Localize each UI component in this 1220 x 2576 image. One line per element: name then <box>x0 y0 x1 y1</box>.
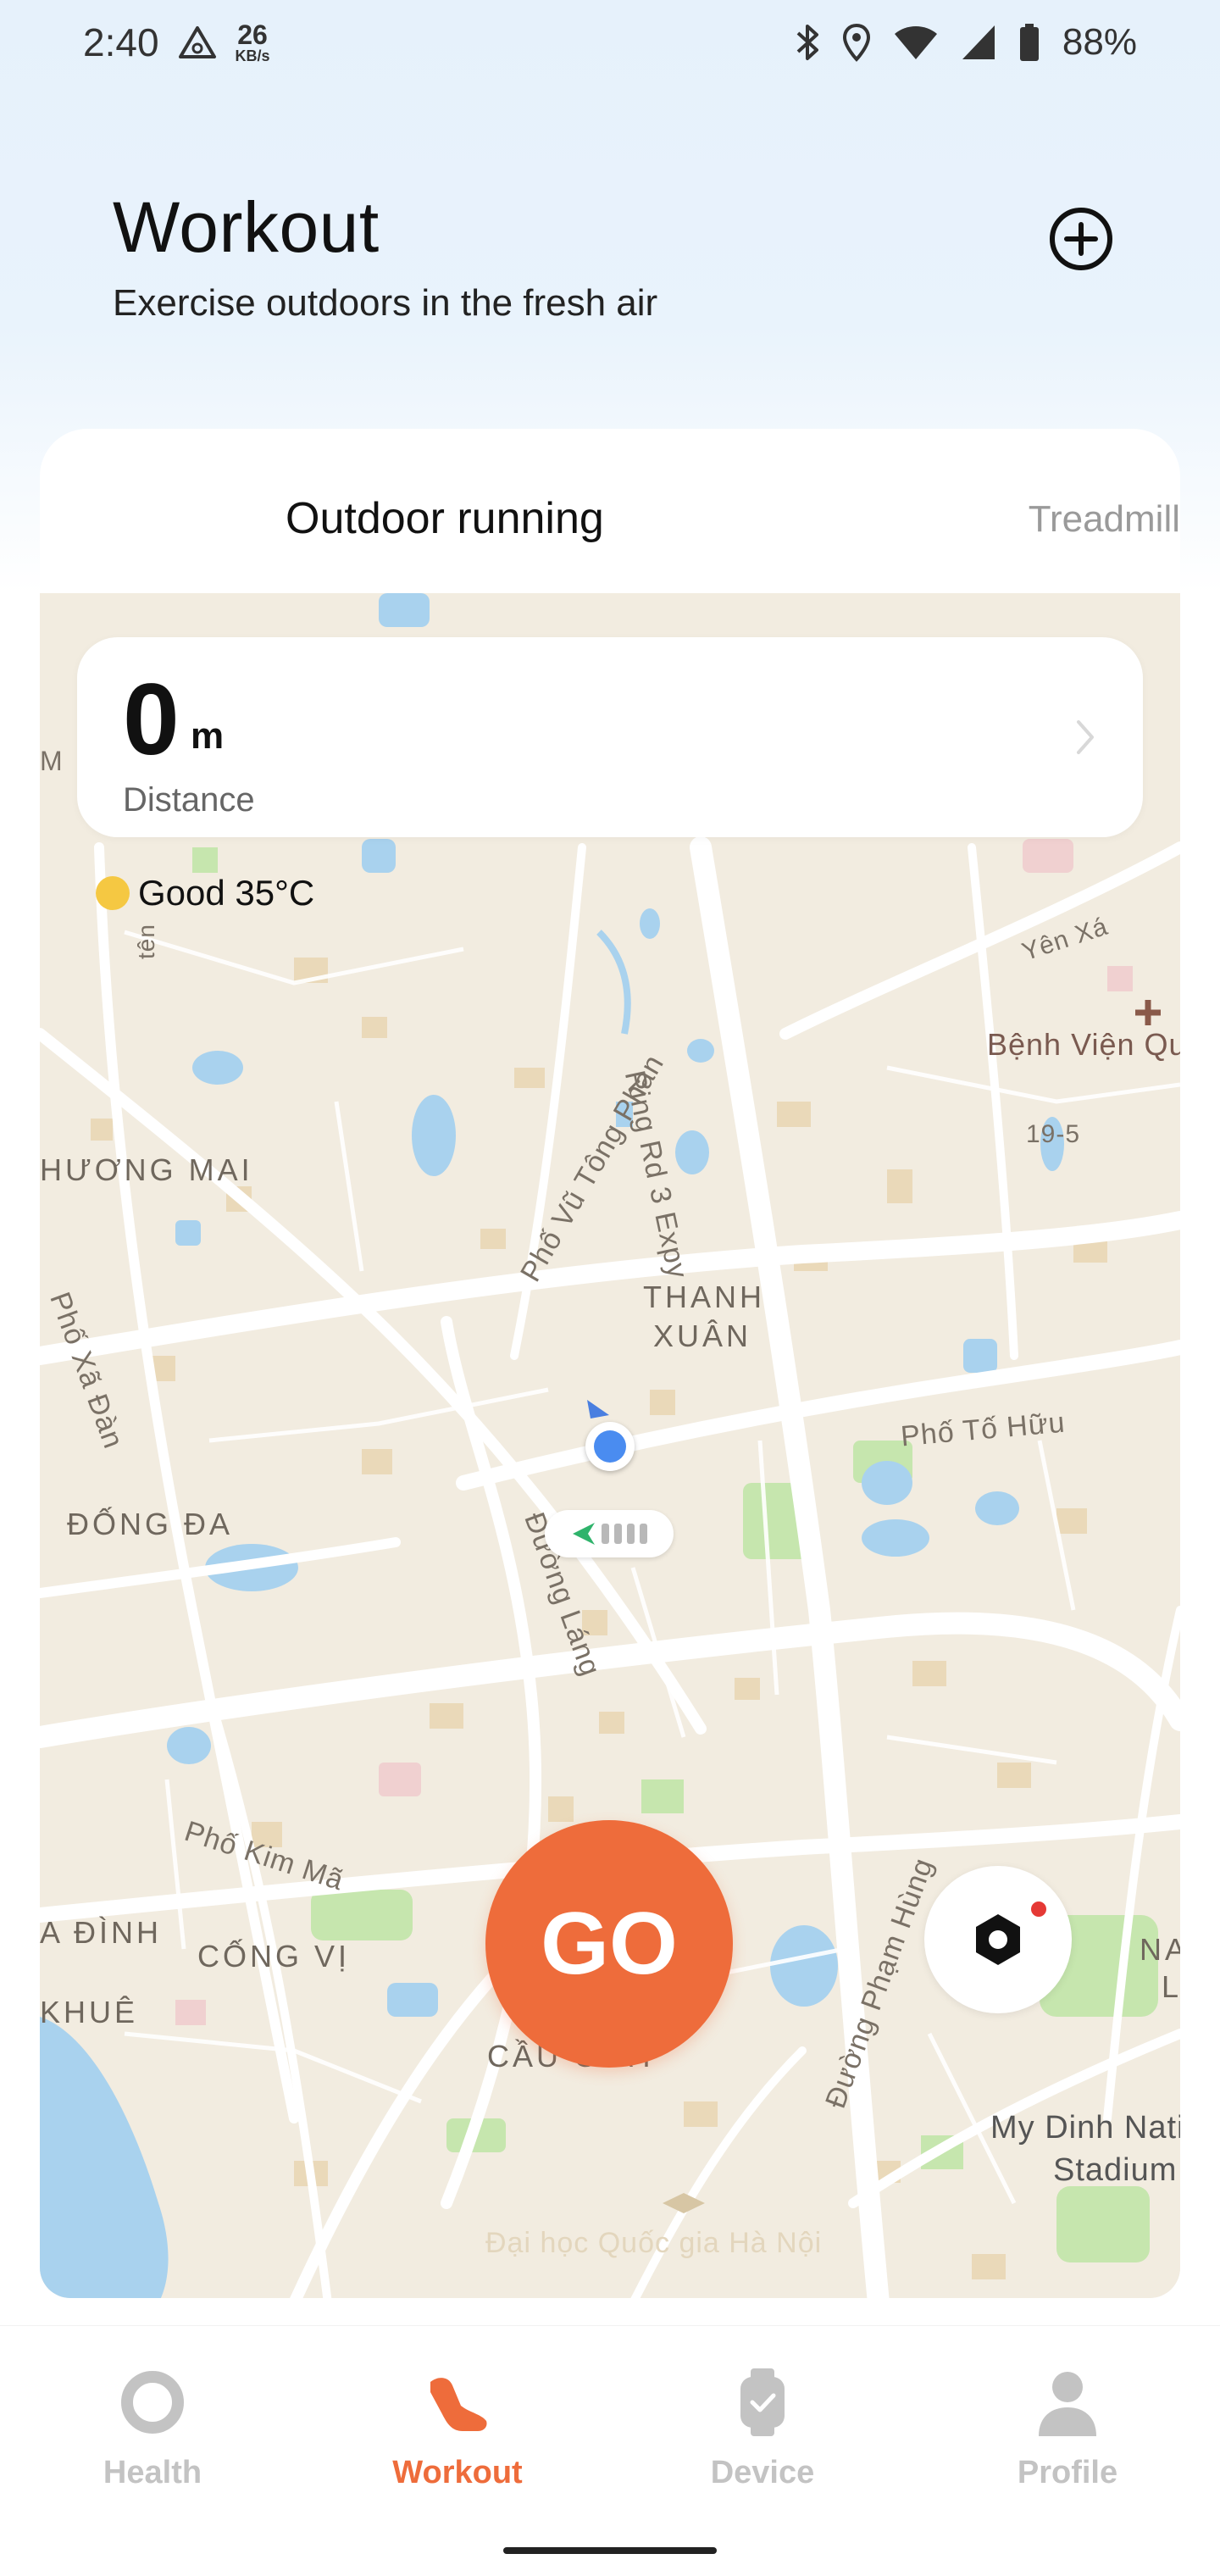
battery-percent: 88% <box>1062 21 1137 63</box>
nav-label-device: Device <box>710 2455 815 2490</box>
map-label: XUÂN <box>653 1319 752 1353</box>
status-time: 2:40 <box>83 20 159 64</box>
hexagon-settings-icon <box>976 1914 1020 1965</box>
person-icon <box>1032 2367 1103 2438</box>
ring-icon <box>117 2367 188 2438</box>
gps-arrow-icon <box>573 1523 595 1545</box>
map-label: 19-5 <box>1026 1120 1081 1148</box>
gps-signal-indicator <box>545 1510 674 1557</box>
map-label: NA <box>1140 1932 1180 1967</box>
network-speed-unit: KB/s <box>235 47 270 64</box>
location-icon <box>842 23 871 62</box>
status-bar: 2:40 26 KB/s 88% <box>0 0 1220 85</box>
map-label: CỐNG VỊ <box>197 1939 351 1974</box>
nav-item-health[interactable]: Health <box>42 2367 263 2491</box>
tab-outdoor-running[interactable]: Outdoor running <box>286 493 604 544</box>
map-label: THANH <box>643 1280 765 1314</box>
home-indicator[interactable] <box>503 2547 717 2554</box>
map-label: M <box>40 746 64 776</box>
workout-card: Outdoor running Treadmill THANH XUÂN ĐỐN… <box>40 429 1180 2298</box>
nav-item-profile[interactable]: Profile <box>957 2367 1178 2491</box>
nav-label-workout: Workout <box>392 2455 523 2490</box>
map-label: KHUÊ <box>40 1995 139 2029</box>
nav-label-health: Health <box>103 2455 202 2490</box>
shoe-icon <box>422 2367 493 2438</box>
page-title: Workout <box>113 187 380 267</box>
distance-unit: m <box>191 715 225 757</box>
gps-bar <box>627 1524 635 1544</box>
watch-icon <box>727 2367 798 2438</box>
go-button[interactable]: GO <box>485 1820 733 2068</box>
current-location-marker <box>585 1422 635 1471</box>
gps-bar <box>640 1524 647 1544</box>
distance-card[interactable]: 0 m Distance <box>77 637 1143 837</box>
gps-bar <box>602 1524 609 1544</box>
map-label: Bệnh Viện Qu <box>987 1027 1180 1062</box>
gps-bar <box>614 1524 622 1544</box>
nav-item-device[interactable]: Device <box>652 2367 873 2491</box>
map-label: tên <box>133 924 159 959</box>
map-label: ĐỐNG ĐA <box>67 1507 234 1541</box>
network-speed-value: 26 <box>237 19 268 50</box>
workout-tabs: Outdoor running Treadmill <box>40 429 1180 593</box>
nav-label-profile: Profile <box>1017 2455 1118 2490</box>
network-speed: 26 KB/s <box>236 21 270 64</box>
map-label: HƯƠNG MAI <box>40 1152 253 1187</box>
battery-icon <box>1018 23 1040 62</box>
weather-indicator: Good 35°C <box>96 873 314 913</box>
map-label: Stadium <box>1053 2152 1178 2188</box>
notification-dot <box>1028 1898 1050 1920</box>
map-label: A ĐÌNH <box>40 1915 163 1950</box>
bluetooth-icon <box>795 23 820 62</box>
workout-settings-button[interactable] <box>924 1866 1072 2013</box>
bottom-navigation: Health Workout Device Profile <box>0 2325 1220 2576</box>
wifi-icon <box>893 24 939 61</box>
distance-value: 0 <box>123 663 180 776</box>
map-label: L <box>1162 1969 1180 2004</box>
tab-treadmill[interactable]: Treadmill <box>1029 498 1180 541</box>
alert-triangle-icon <box>178 25 217 60</box>
sun-icon <box>96 876 130 910</box>
distance-label: Distance <box>123 781 255 819</box>
signal-icon <box>961 24 996 61</box>
weather-text: Good 35°C <box>138 873 315 913</box>
add-workout-button[interactable] <box>1045 203 1117 275</box>
map-label: Đại học Quốc gia Hà Nội <box>485 2227 823 2259</box>
map-label: My Dinh Nati <box>990 2110 1180 2146</box>
plus-circle-icon <box>1050 208 1112 270</box>
map[interactable]: THANH XUÂN ĐỐNG ĐA HƯƠNG MAI CẦU GIẤY CỐ… <box>40 593 1180 2298</box>
page-subtitle: Exercise outdoors in the fresh air <box>113 282 658 324</box>
chevron-right-icon <box>1075 719 1095 760</box>
nav-item-workout[interactable]: Workout <box>347 2367 568 2491</box>
